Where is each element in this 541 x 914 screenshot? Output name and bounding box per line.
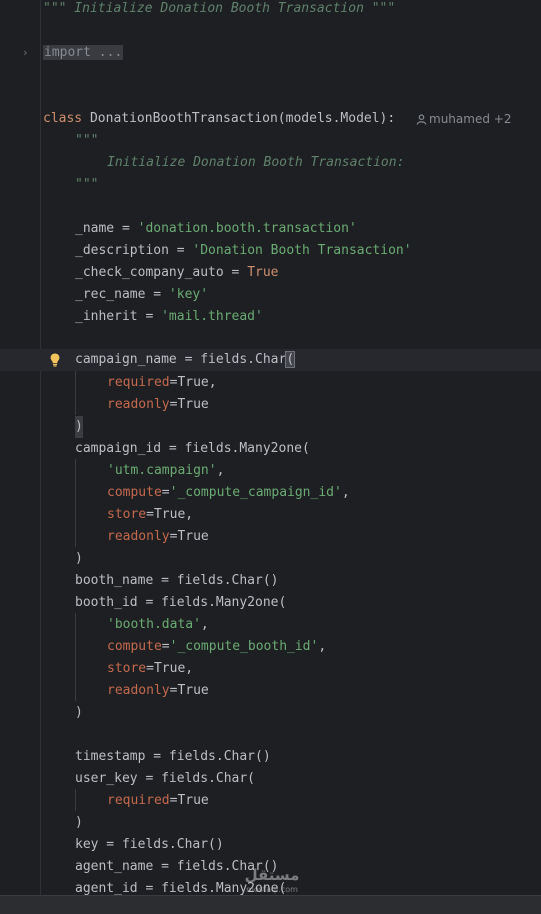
code-line: """ [0, 174, 541, 196]
code-line: _rec_name = 'key' [0, 284, 541, 306]
code-line: compute='_compute_booth_id', [0, 636, 541, 658]
author-hint[interactable]: muhamed +2 [416, 108, 511, 130]
rec-name-attr: _rec_name = 'key' [75, 287, 209, 302]
folded-imports[interactable]: import ... [43, 42, 124, 64]
code-line: store=True, [0, 504, 541, 526]
docstring-close: """ [75, 177, 99, 192]
comodel-arg: 'utm.campaign', [107, 463, 225, 478]
svg-text:mostaql.com: mostaql.com [246, 885, 298, 894]
code-line: booth_name = fields.Char() [0, 570, 541, 592]
code-line: user_key = fields.Char( [0, 768, 541, 790]
kwarg-readonly: readonly=True [107, 683, 209, 698]
kwarg-readonly: readonly=True [107, 397, 209, 412]
booth-name-field: booth_name = fields.Char() [75, 573, 279, 588]
code-line: class DonationBoothTransaction(models.Mo… [0, 108, 541, 130]
code-line: ) [0, 702, 541, 724]
code-line: """ [0, 130, 541, 152]
class-definition: class DonationBoothTransaction(models.Mo… [43, 111, 396, 126]
svg-text:مستقل: مستقل [245, 866, 300, 884]
kwarg-compute: compute='_compute_booth_id', [107, 639, 327, 654]
code-line: _description = 'Donation Booth Transacti… [0, 240, 541, 262]
inherit-attr: _inherit = 'mail.thread' [75, 309, 263, 324]
campaign-id-field: campaign_id = fields.Many2one( [75, 441, 310, 456]
code-line: key = fields.Char() [0, 834, 541, 856]
code-line: readonly=True [0, 526, 541, 548]
timestamp-field: timestamp = fields.Char() [75, 749, 271, 764]
closing-bracket: ) [75, 551, 83, 566]
code-line: required=True [0, 790, 541, 812]
code-line: ) [0, 548, 541, 570]
code-line: timestamp = fields.Char() [0, 746, 541, 768]
code-line: Initialize Donation Booth Transaction: [0, 152, 541, 174]
kwarg-required: required=True [107, 793, 209, 808]
code-line: compute='_compute_campaign_id', [0, 482, 541, 504]
code-line: booth_id = fields.Many2one( [0, 592, 541, 614]
closing-bracket: ) [75, 416, 83, 438]
code-line: readonly=True [0, 680, 541, 702]
user-icon [416, 114, 427, 125]
code-line: _check_company_auto = True [0, 262, 541, 284]
code-line: ) [0, 812, 541, 834]
docstring-open: """ [75, 133, 99, 148]
code-line: readonly=True [0, 394, 541, 416]
description-attr: _description = 'Donation Booth Transacti… [75, 243, 412, 258]
module-docstring: """ Initialize Donation Booth Transactio… [43, 1, 396, 16]
code-line: ) [0, 416, 541, 438]
closing-bracket: ) [75, 705, 83, 720]
booth-id-field: booth_id = fields.Many2one( [75, 595, 287, 610]
code-line: """ Initialize Donation Booth Transactio… [0, 0, 541, 20]
code-line: 'booth.data', [0, 614, 541, 636]
closing-bracket: ) [75, 815, 83, 830]
code-line: _inherit = 'mail.thread' [0, 306, 541, 328]
code-line: store=True, [0, 658, 541, 680]
name-attr: _name = 'donation.booth.transaction' [75, 221, 357, 236]
code-line: _name = 'donation.booth.transaction' [0, 218, 541, 240]
lightbulb-icon[interactable] [50, 353, 60, 367]
code-line: campaign_id = fields.Many2one( [0, 438, 541, 460]
status-bar [0, 895, 541, 914]
kwarg-required: required=True, [107, 375, 217, 390]
kwarg-compute: compute='_compute_campaign_id', [107, 485, 350, 500]
kwarg-store: store=True, [107, 661, 194, 676]
watermark-logo: مستقل mostaql.com [236, 862, 308, 895]
check-company-attr: _check_company_auto = True [75, 265, 279, 280]
chevron-right-icon[interactable]: › [22, 42, 29, 64]
code-editor[interactable]: """ Initialize Donation Booth Transactio… [0, 0, 541, 895]
code-line: required=True, [0, 372, 541, 394]
comodel-arg: 'booth.data', [107, 617, 209, 632]
class-docstring: Initialize Donation Booth Transaction: [107, 155, 405, 170]
code-line: 'utm.campaign', [0, 460, 541, 482]
kwarg-store: store=True, [107, 507, 194, 522]
kwarg-readonly: readonly=True [107, 529, 209, 544]
key-field: key = fields.Char() [75, 837, 224, 852]
code-line: › import ... [0, 42, 541, 64]
user-key-field: user_key = fields.Char( [75, 771, 256, 786]
code-line-current: campaign_name = fields.Char( [0, 349, 541, 371]
campaign-name-field: campaign_name = fields.Char( [75, 351, 296, 368]
